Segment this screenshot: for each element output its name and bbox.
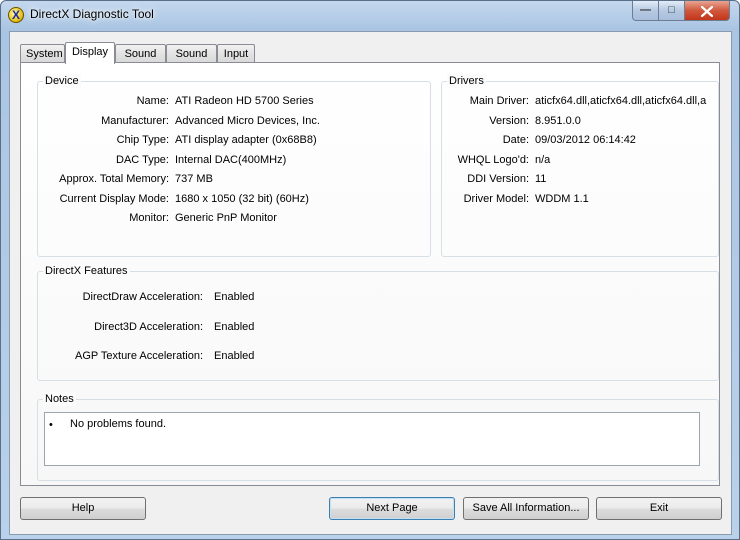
save-all-information-button[interactable]: Save All Information... xyxy=(463,497,589,520)
help-button[interactable]: Help xyxy=(20,497,146,520)
device-value: ATI Radeon HD 5700 Series xyxy=(175,95,314,107)
device-label: Name: xyxy=(136,95,169,107)
close-button[interactable] xyxy=(684,1,730,21)
drivers-label: Driver Model: xyxy=(463,193,529,205)
close-icon xyxy=(700,5,714,18)
tab-sound-2[interactable]: Sound 2 xyxy=(166,44,217,78)
device-label: Chip Type: xyxy=(116,134,169,146)
feature-label: AGP Texture Acceleration: xyxy=(75,350,203,362)
notes-list[interactable]: • No problems found. xyxy=(44,412,700,466)
device-value: 1680 x 1050 (32 bit) (60Hz) xyxy=(175,193,309,205)
drivers-value: aticfx64.dll,aticfx64.dll,aticfx64.dll,a xyxy=(535,95,707,107)
device-value: Internal DAC(400MHz) xyxy=(175,154,287,166)
drivers-label: WHQL Logo'd: xyxy=(457,154,529,166)
maximize-button[interactable]: □ xyxy=(658,1,685,21)
drivers-label: Version: xyxy=(489,115,529,127)
drivers-label: DDI Version: xyxy=(467,173,529,185)
device-group-title: Device xyxy=(43,74,81,88)
drivers-label: Main Driver: xyxy=(469,95,529,107)
bullet-icon: • xyxy=(49,419,53,431)
drivers-value: WDDM 1.1 xyxy=(535,193,589,205)
device-label: Manufacturer: xyxy=(101,115,169,127)
notes-group: Notes • No problems found. xyxy=(37,392,719,481)
notes-group-title: Notes xyxy=(43,392,76,406)
tab-sound-1[interactable]: Sound 1 xyxy=(115,44,166,78)
client-area: System Display Sound 1 Sound 2 Input Dev… xyxy=(9,31,732,535)
features-group-title: DirectX Features xyxy=(43,264,130,278)
device-label: Monitor: xyxy=(129,212,169,224)
drivers-value: 09/03/2012 06:14:42 xyxy=(535,134,636,146)
device-label: DAC Type: xyxy=(116,154,169,166)
next-page-button[interactable]: Next Page xyxy=(329,497,455,520)
drivers-label: Date: xyxy=(502,134,529,146)
tab-display[interactable]: Display xyxy=(65,42,115,64)
drivers-group-title: Drivers xyxy=(447,74,486,88)
device-value: Generic PnP Monitor xyxy=(175,212,277,224)
maximize-icon: □ xyxy=(668,4,675,16)
tab-input[interactable]: Input xyxy=(217,44,255,62)
feature-label: DirectDraw Acceleration: xyxy=(82,291,203,303)
minimize-icon: — xyxy=(640,4,651,16)
device-group: Device Name: ATI Radeon HD 5700 Series M… xyxy=(37,74,431,257)
device-label: Approx. Total Memory: xyxy=(59,173,169,185)
exit-button[interactable]: Exit xyxy=(596,497,722,520)
directx-features-group: DirectX Features DirectDraw Acceleration… xyxy=(37,264,719,381)
drivers-value: n/a xyxy=(535,154,551,166)
directx-icon: X xyxy=(8,7,24,23)
device-value: 737 MB xyxy=(175,173,213,185)
feature-value: Enabled xyxy=(214,291,255,303)
device-value: ATI display adapter (0x68B8) xyxy=(175,134,317,146)
feature-label: Direct3D Acceleration: xyxy=(94,321,203,333)
title-bar[interactable]: X DirectX Diagnostic Tool — □ xyxy=(1,1,739,29)
drivers-group: Drivers Main Driver: aticfx64.dll,aticfx… xyxy=(441,74,719,257)
device-label: Current Display Mode: xyxy=(59,193,169,205)
minimize-button[interactable]: — xyxy=(632,1,659,21)
dxdiag-window: X DirectX Diagnostic Tool — □ System Dis… xyxy=(0,0,740,540)
window-title: DirectX Diagnostic Tool xyxy=(30,7,154,21)
note-item: No problems found. xyxy=(70,418,166,430)
drivers-value: 11 xyxy=(535,173,547,185)
device-value: Advanced Micro Devices, Inc. xyxy=(175,115,320,127)
tab-system[interactable]: System xyxy=(20,44,65,62)
drivers-value: 8.951.0.0 xyxy=(535,115,581,127)
display-tab-panel: Device Name: ATI Radeon HD 5700 Series M… xyxy=(20,62,720,486)
feature-value: Enabled xyxy=(214,350,255,362)
feature-value: Enabled xyxy=(214,321,255,333)
